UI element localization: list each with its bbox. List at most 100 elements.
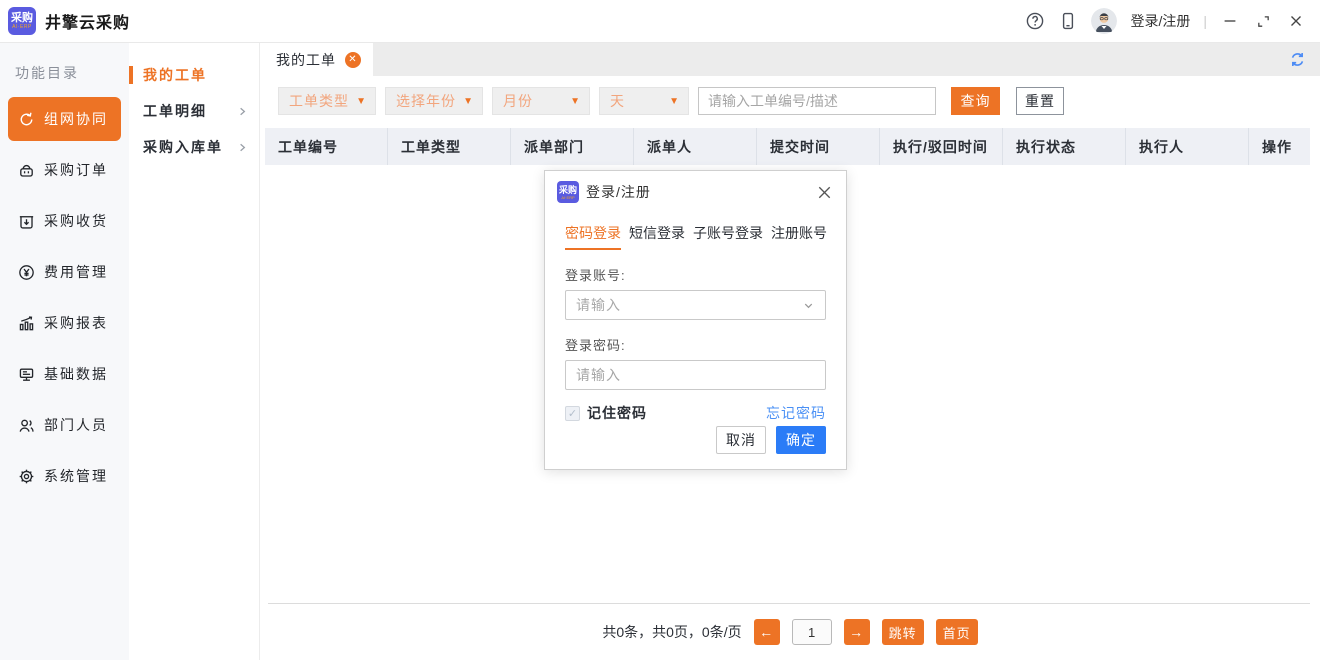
remember-checkbox[interactable]: ✓	[565, 406, 580, 421]
workorder-search-input[interactable]	[698, 87, 936, 115]
dropdown-label: 天	[610, 91, 625, 111]
jump-button[interactable]: 跳转	[882, 619, 924, 645]
active-indicator-bar	[129, 66, 133, 84]
submenu-item-label: 采购入库单	[143, 137, 223, 157]
dropdown-arrow-icon: ▼	[463, 96, 474, 107]
checkbox-check-icon: ✓	[568, 407, 577, 420]
filterbar: 工单类型 ▼ 选择年份 ▼ 月份 ▼ 天 ▼ 查询 重置	[260, 76, 1320, 126]
sidebar-item-base-data[interactable]: 基础数据	[8, 352, 121, 396]
pagination-summary: 共0条，共0页，0条/页	[602, 622, 741, 642]
login-modal-header: 采购 AI·ERP 登录/注册	[545, 171, 846, 203]
forgot-password-link[interactable]: 忘记密码	[766, 403, 826, 423]
year-dropdown[interactable]: 选择年份 ▼	[385, 87, 483, 115]
column-header: 派单人	[634, 128, 757, 165]
mobile-icon[interactable]	[1058, 11, 1078, 31]
database-icon	[17, 365, 36, 384]
confirm-button[interactable]: 确定	[776, 426, 826, 454]
sidebar-item-label: 基础数据	[44, 364, 108, 384]
sidebar-item-purchase-receiving[interactable]: 采购收货	[8, 199, 121, 243]
minimize-icon[interactable]	[1220, 11, 1240, 31]
submenu-item-label: 工单明细	[143, 101, 207, 121]
sidebar: 功能目录 组网协同 采购订单 采购收	[0, 43, 129, 660]
dropdown-label: 工单类型	[289, 91, 349, 111]
sidebar-item-label: 部门人员	[44, 415, 108, 435]
column-header: 工单类型	[388, 128, 511, 165]
column-header: 执行人	[1126, 128, 1249, 165]
sidebar-item-label: 采购订单	[44, 160, 108, 180]
column-header: 执行状态	[1003, 128, 1126, 165]
tabbar: 我的工单 ✕	[260, 43, 1320, 76]
login-form: 登录账号: 请输入 登录密码: ✓ 记住密码 忘记密码	[545, 250, 846, 423]
column-header: 提交时间	[757, 128, 880, 165]
topbar-divider: |	[1203, 13, 1207, 29]
day-dropdown[interactable]: 天 ▼	[599, 87, 689, 115]
refresh-icon[interactable]	[1288, 43, 1320, 76]
submenu-item-purchase-inbound[interactable]: 采购入库单	[129, 129, 259, 165]
sidebar-item-label: 系统管理	[44, 466, 108, 486]
chart-icon	[17, 314, 36, 333]
cancel-button[interactable]: 取消	[716, 426, 766, 454]
box-receive-icon	[17, 212, 36, 231]
tab-sms-login[interactable]: 短信登录	[629, 223, 685, 250]
account-select[interactable]: 请输入	[565, 290, 826, 320]
account-placeholder: 请输入	[576, 295, 621, 315]
submenu: 我的工单 工单明细 采购入库单	[129, 43, 260, 660]
modal-title: 登录/注册	[586, 182, 651, 202]
tab-my-workorders[interactable]: 我的工单 ✕	[260, 43, 373, 76]
topbar: 采购 AI·ERP 井擎云采购	[0, 0, 1320, 43]
maximize-icon[interactable]	[1253, 11, 1273, 31]
next-page-icon: →	[849, 624, 864, 640]
sidebar-item-system-management[interactable]: 系统管理	[8, 454, 121, 498]
close-window-icon[interactable]	[1286, 11, 1306, 31]
page-number-input[interactable]	[792, 619, 832, 645]
table-header: 工单编号 工单类型 派单部门 派单人 提交时间 执行/驳回时间 执行状态 执行人…	[265, 128, 1310, 165]
login-register-link[interactable]: 登录/注册	[1130, 11, 1190, 31]
home-page-button[interactable]: 首页	[936, 619, 978, 645]
dropdown-label: 选择年份	[396, 91, 456, 111]
query-button[interactable]: 查询	[951, 87, 1000, 115]
user-avatar[interactable]	[1091, 8, 1117, 34]
modal-footer: 取消 确定	[545, 426, 846, 469]
password-input[interactable]	[565, 360, 826, 390]
submenu-item-workorder-detail[interactable]: 工单明细	[129, 93, 259, 129]
tab-close-icon[interactable]: ✕	[345, 52, 361, 68]
people-icon	[17, 416, 36, 435]
sidebar-item-expense-management[interactable]: 费用管理	[8, 250, 121, 294]
dropdown-arrow-icon: ▼	[669, 96, 680, 107]
app-window: 采购 AI·ERP 井擎云采购	[0, 0, 1320, 660]
basket-icon	[17, 161, 36, 180]
dropdown-label: 月份	[503, 91, 533, 111]
sidebar-item-department-staff[interactable]: 部门人员	[8, 403, 121, 447]
workorder-type-dropdown[interactable]: 工单类型 ▼	[278, 87, 376, 115]
login-modal: 采购 AI·ERP 登录/注册 密码登录 短信登录 子账号登录 注册账号 登录账…	[544, 170, 847, 470]
sidebar-item-label: 组网协同	[44, 109, 108, 129]
submenu-item-my-workorders[interactable]: 我的工单	[129, 57, 259, 93]
chevron-right-icon	[236, 105, 249, 118]
modal-logo-subtext: AI·ERP	[561, 195, 574, 200]
sidebar-item-network-collab[interactable]: 组网协同	[8, 97, 121, 141]
prev-page-button[interactable]: ←	[754, 619, 780, 645]
logo-subtext: AI·ERP	[12, 24, 32, 30]
dropdown-arrow-icon: ▼	[356, 96, 367, 107]
help-icon[interactable]	[1025, 11, 1045, 31]
topbar-actions: 登录/注册 |	[1025, 8, 1306, 34]
month-dropdown[interactable]: 月份 ▼	[492, 87, 590, 115]
reset-button[interactable]: 重置	[1016, 87, 1064, 115]
modal-close-icon[interactable]	[815, 183, 834, 202]
tab-label: 我的工单	[276, 50, 336, 70]
remember-row: ✓ 记住密码 忘记密码	[565, 403, 826, 423]
sidebar-item-purchase-reports[interactable]: 采购报表	[8, 301, 121, 345]
modal-logo: 采购 AI·ERP	[557, 181, 579, 203]
tab-subaccount-login[interactable]: 子账号登录	[693, 223, 763, 250]
column-header: 工单编号	[265, 128, 388, 165]
tab-password-login[interactable]: 密码登录	[565, 223, 621, 250]
tab-register-account[interactable]: 注册账号	[771, 223, 827, 250]
login-tabs: 密码登录 短信登录 子账号登录 注册账号	[545, 203, 846, 250]
sync-icon	[17, 110, 36, 129]
sidebar-header: 功能目录	[0, 57, 129, 97]
next-page-button[interactable]: →	[844, 619, 870, 645]
sidebar-item-purchase-orders[interactable]: 采购订单	[8, 148, 121, 192]
column-header: 操作	[1249, 128, 1310, 165]
sidebar-item-label: 费用管理	[44, 262, 108, 282]
yen-icon	[17, 263, 36, 282]
